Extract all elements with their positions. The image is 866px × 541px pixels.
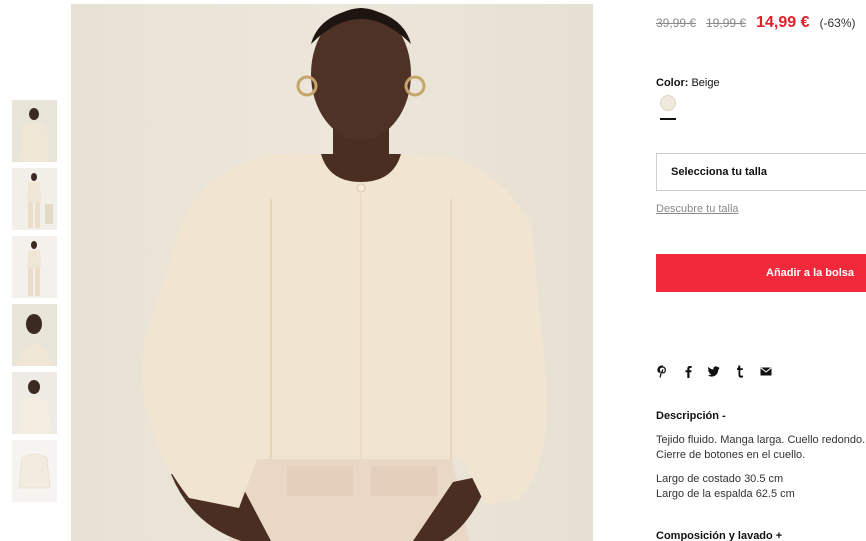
thumbnail-6[interactable] bbox=[12, 440, 57, 502]
thumbnail-1[interactable] bbox=[12, 100, 57, 162]
facebook-icon[interactable] bbox=[682, 364, 694, 378]
composition-toggle[interactable]: Composición y lavado + bbox=[656, 530, 782, 541]
mail-icon[interactable] bbox=[760, 364, 772, 378]
current-price: 14,99 € bbox=[756, 14, 810, 31]
pinterest-icon[interactable] bbox=[656, 364, 668, 378]
selected-swatch-indicator bbox=[660, 118, 676, 120]
description-line-4: Largo de la espalda 62.5 cm bbox=[656, 488, 795, 500]
discount-badge: (-63%) bbox=[819, 16, 856, 30]
twitter-icon[interactable] bbox=[708, 364, 720, 378]
thumbnail-gallery bbox=[12, 100, 57, 508]
color-label: Color: Beige bbox=[656, 77, 720, 89]
original-price: 39,99 € bbox=[656, 16, 697, 30]
color-swatch-beige[interactable] bbox=[660, 95, 676, 111]
add-to-bag-button[interactable]: Añadir a la bolsa bbox=[656, 254, 866, 292]
price-row: 39,99 € 19,99 € 14,99 € (-63%) bbox=[656, 14, 856, 32]
description-line-1: Tejido fluido. Manga larga. Cuello redon… bbox=[656, 434, 866, 446]
size-select[interactable]: Selecciona tu talla bbox=[656, 153, 866, 191]
thumbnail-3[interactable] bbox=[12, 236, 57, 298]
tumblr-icon[interactable] bbox=[734, 364, 746, 378]
main-product-image[interactable] bbox=[71, 4, 593, 541]
share-icons bbox=[656, 364, 772, 378]
description-title[interactable]: Descripción - bbox=[656, 410, 726, 422]
description-line-2: Cierre de botones en el cuello. bbox=[656, 449, 806, 461]
size-guide-link[interactable]: Descubre tu talla bbox=[656, 203, 739, 215]
thumbnail-4[interactable] bbox=[12, 304, 57, 366]
description-line-3: Largo de costado 30.5 cm bbox=[656, 473, 784, 485]
color-label-title: Color: bbox=[656, 77, 689, 89]
previous-price: 19,99 € bbox=[706, 16, 747, 30]
thumbnail-2[interactable] bbox=[12, 168, 57, 230]
color-value: Beige bbox=[691, 77, 720, 89]
thumbnail-5[interactable] bbox=[12, 372, 57, 434]
